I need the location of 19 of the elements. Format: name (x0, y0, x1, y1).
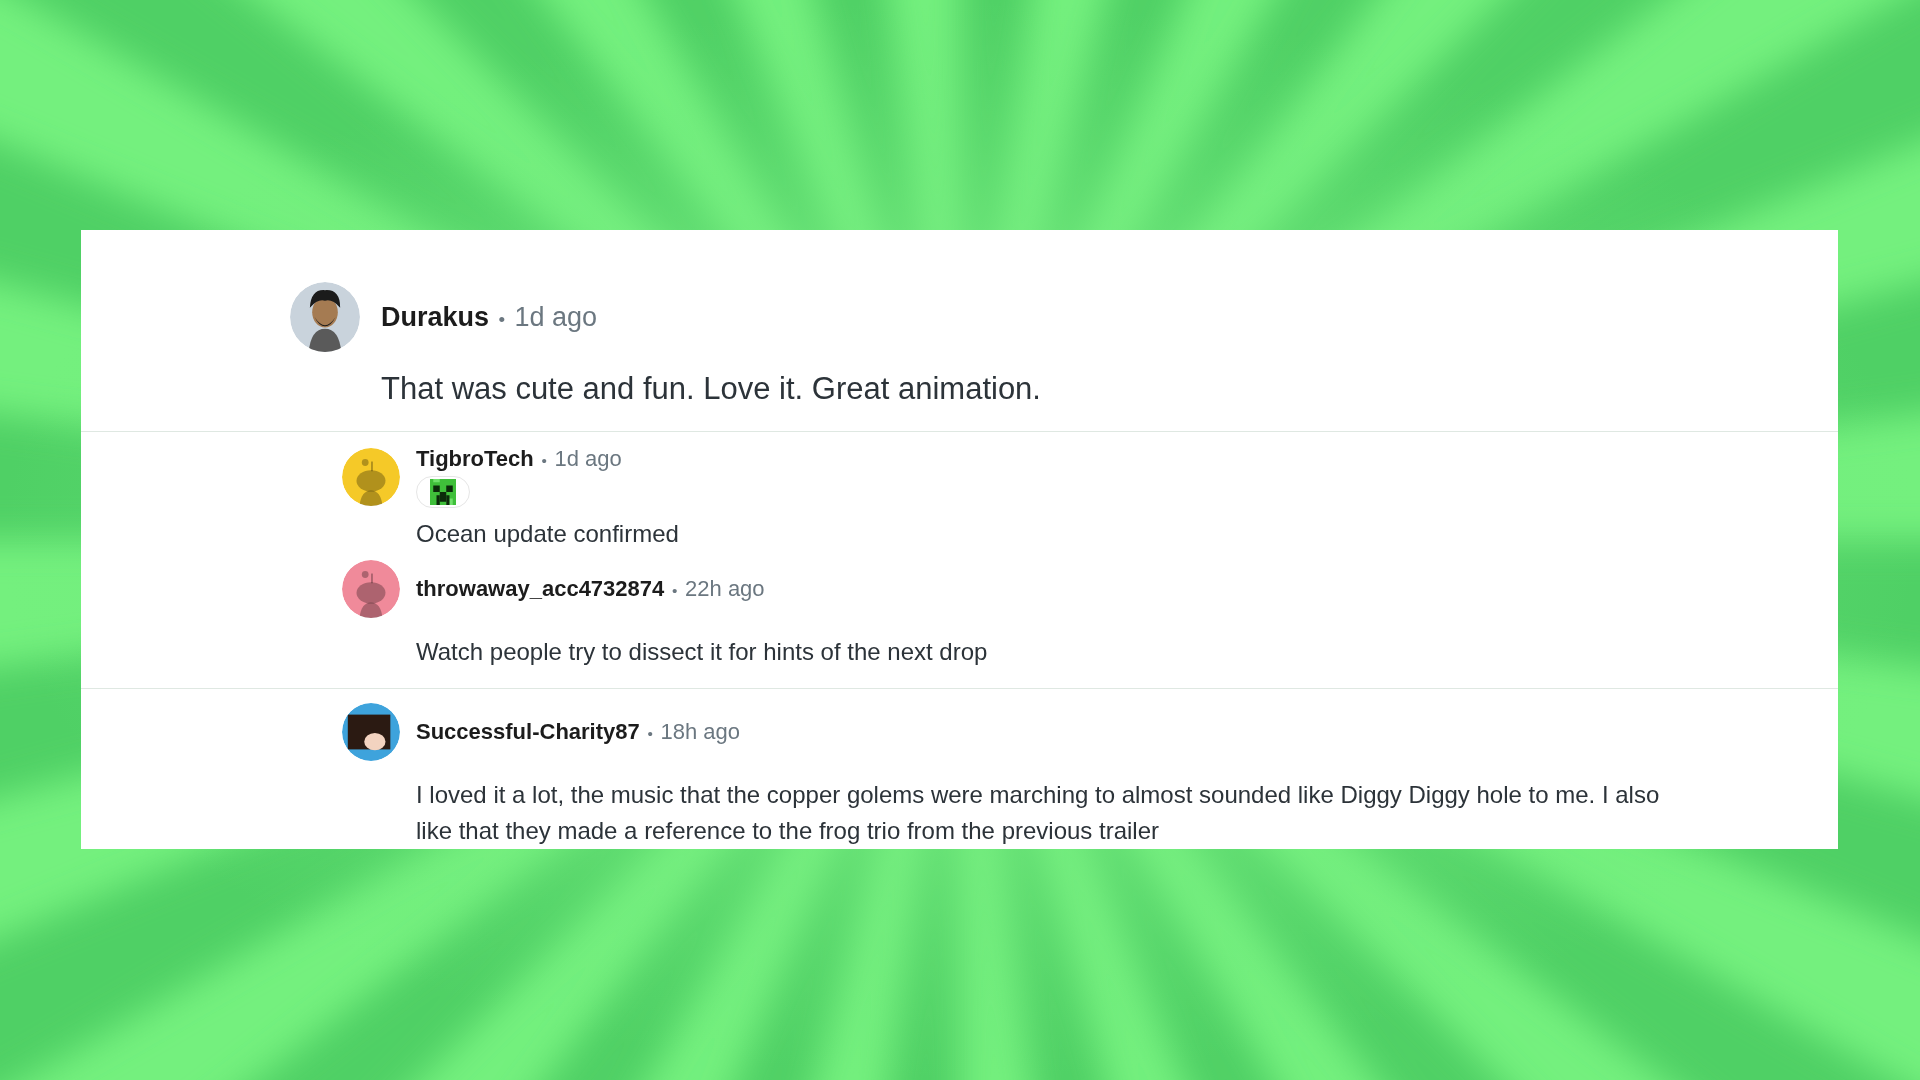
username-link[interactable]: Durakus (381, 301, 490, 332)
username-link[interactable]: Successful-Charity87 (416, 718, 640, 744)
timestamp: 18h ago (660, 718, 741, 744)
username-link[interactable]: TigbroTech (416, 445, 534, 471)
comment-text: Watch people try to dissect it for hints of the next drop (416, 636, 989, 667)
timestamp: 22h ago (685, 575, 765, 601)
separator-dot: • (647, 724, 653, 742)
comment-text: That was cute and fun. Love it. Great animation. (381, 370, 1042, 408)
comment-text: I loved it a lot, the music that the copper golems were marching to almost sounded like Diggy Diggy hole to me. I also like that they made a reference to the frog trio from the previous trailer (416, 779, 1661, 846)
separator-dot: • (672, 581, 678, 599)
username-link[interactable]: throwaway_acc4732874 (416, 575, 665, 601)
creeper-flair-icon (430, 478, 456, 505)
separator-dot: • (498, 308, 506, 330)
avatar-icon[interactable] (342, 702, 400, 761)
comment-text: Ocean update confirmed (416, 518, 680, 549)
timestamp: 1d ago (554, 445, 622, 471)
separator-dot: • (541, 451, 547, 469)
timestamp: 1d ago (514, 301, 598, 332)
avatar-icon[interactable] (290, 282, 360, 352)
